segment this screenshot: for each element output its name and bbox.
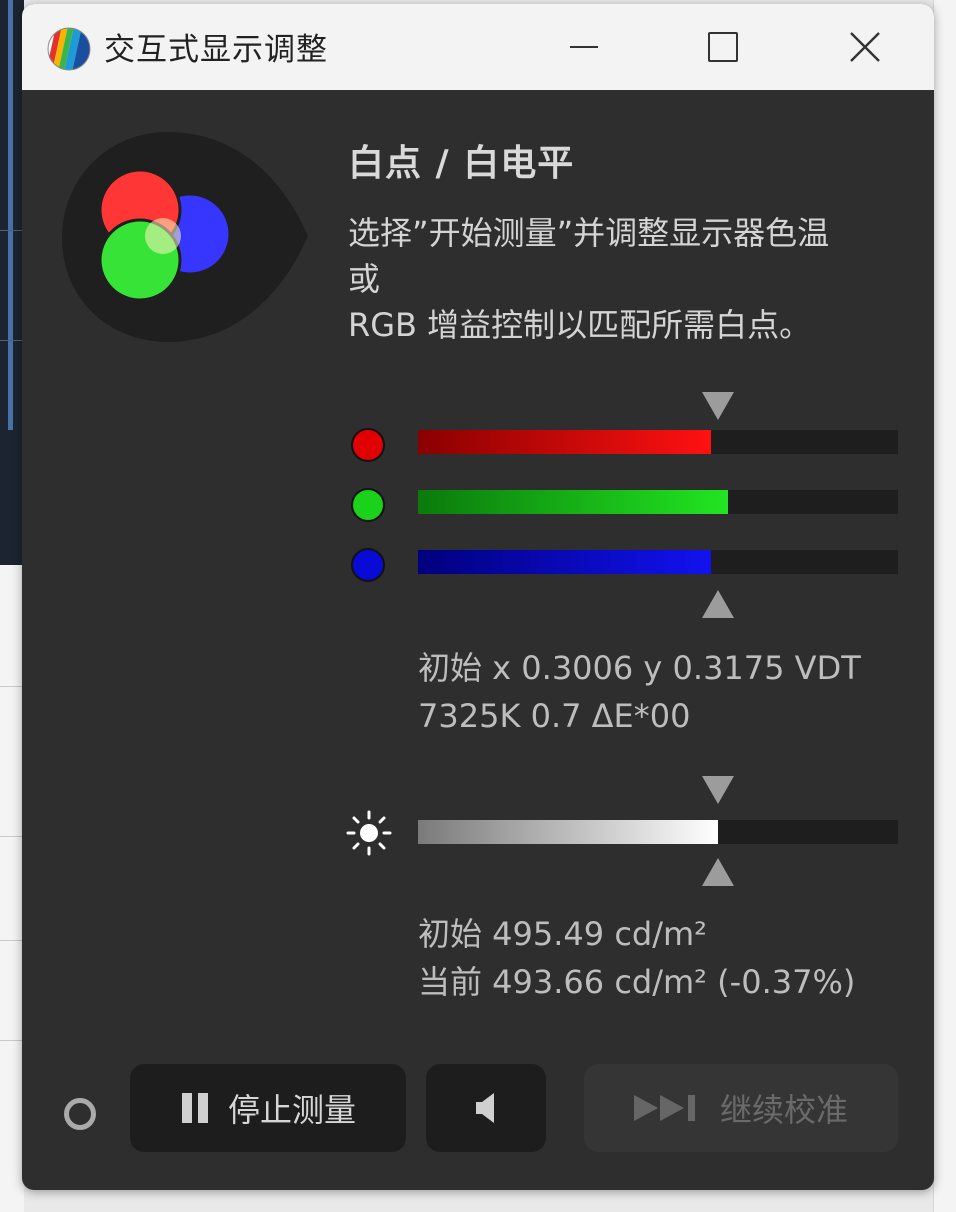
skip-forward-icon (633, 1095, 695, 1121)
continue-calibration-label: 继续校准 (719, 1091, 848, 1129)
brightness-fill (418, 820, 718, 844)
close-icon (850, 32, 880, 62)
instructions-line: 选择”开始测量”并调整显示器色温 (348, 214, 830, 252)
background-divider (0, 940, 24, 941)
status-indicator-icon (64, 1098, 96, 1130)
red-channel-icon (351, 428, 385, 462)
continue-calibration-button[interactable]: 继续校准 (584, 1064, 898, 1152)
speaker-icon (476, 1093, 494, 1123)
minimize-button[interactable] (556, 20, 612, 74)
maximize-icon (708, 32, 738, 62)
brightness-target-marker-bottom (702, 858, 734, 886)
background-window-left (0, 0, 24, 1212)
content-area: 白点 / 白电平 选择”开始测量”并调整显示器色温 或 RGB 增益控制以匹配所… (22, 90, 934, 1190)
green-channel-icon (351, 488, 385, 522)
background-grid-line (0, 230, 24, 231)
section-heading: 白点 / 白电平 (348, 143, 575, 184)
brightness-slider[interactable] (418, 820, 898, 844)
red-gain-slider[interactable] (418, 430, 898, 454)
background-divider (0, 686, 24, 687)
close-button[interactable] (837, 20, 893, 74)
green-gain-fill (418, 490, 728, 514)
luminance-line: 初始 495.49 cd/m² (418, 915, 708, 953)
background-chart-area (0, 0, 24, 565)
interactive-display-adjustment-window: 交互式显示调整 白点 / 白电平 选择”开始测量”并调整显示器色温 或 RGB … (22, 4, 934, 1190)
luminance-line: 当前 493.66 cd/m² (-0.37%) (418, 963, 856, 1001)
instructions-text: 选择”开始测量”并调整显示器色温 或 RGB 增益控制以匹配所需白点。 (348, 210, 908, 348)
maximize-button[interactable] (695, 20, 751, 74)
window-title: 交互式显示调整 (104, 32, 328, 68)
luminance-readout: 初始 495.49 cd/m² 当前 493.66 cd/m² (-0.37%) (418, 910, 855, 1006)
background-chart-line (8, 0, 13, 430)
background-window-right (933, 0, 956, 1212)
background-divider (0, 836, 24, 837)
pause-icon (180, 1093, 210, 1123)
instructions-line: 或 (348, 260, 381, 298)
red-gain-fill (418, 430, 711, 454)
stop-measurement-button[interactable]: 停止测量 (130, 1064, 406, 1152)
white-point-readout: 初始 x 0.3006 y 0.3175 VDT 7325K 0.7 ΔE*00 (418, 644, 861, 740)
blue-gain-slider[interactable] (418, 550, 898, 574)
background-grid-line (0, 340, 24, 341)
sun-icon (346, 810, 392, 856)
white-point-line: 7325K 0.7 ΔE*00 (418, 697, 691, 735)
background-divider (0, 1040, 24, 1041)
sound-toggle-button[interactable] (426, 1064, 546, 1152)
brightness-target-marker-top (702, 776, 734, 804)
blue-channel-icon (351, 548, 385, 582)
rgb-target-marker-bottom (702, 590, 734, 618)
app-logo-icon (47, 27, 91, 71)
rgb-target-marker-top (702, 392, 734, 420)
blue-gain-fill (418, 550, 711, 574)
title-bar[interactable]: 交互式显示调整 (22, 4, 934, 90)
minimize-icon (570, 46, 598, 48)
green-gain-slider[interactable] (418, 490, 898, 514)
white-point-line: 初始 x 0.3006 y 0.3175 VDT (418, 649, 861, 687)
rgb-white-point-icon (62, 132, 308, 342)
instructions-line: RGB 增益控制以匹配所需白点。 (348, 306, 812, 344)
stop-measurement-label: 停止测量 (227, 1091, 356, 1129)
